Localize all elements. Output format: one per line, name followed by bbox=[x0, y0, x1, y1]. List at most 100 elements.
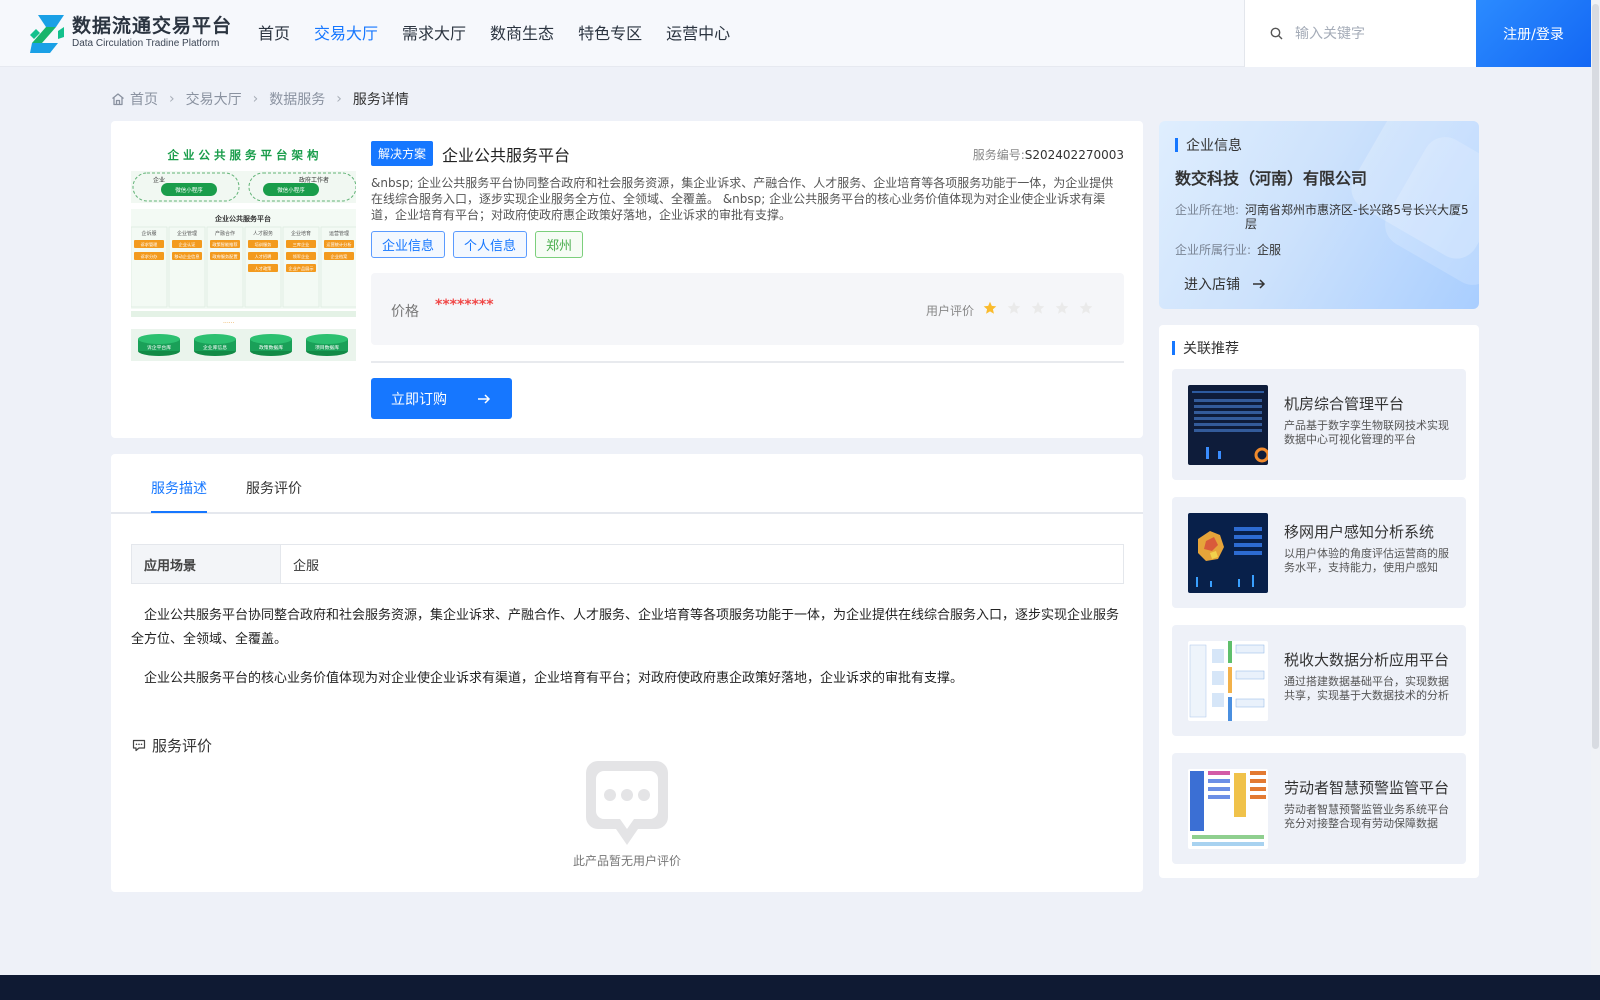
image-cell-label: 三库企业 bbox=[293, 241, 310, 248]
login-register-button[interactable]: 注册/登录 bbox=[1476, 0, 1591, 67]
tag-enterprise-info[interactable]: 企业信息 bbox=[371, 231, 446, 258]
star-filled-icon bbox=[983, 301, 997, 314]
recommend-item[interactable]: 劳动者智慧预警监管平台 劳动者智慧预警监管业务系统平台充分对接整合现有劳动保障数… bbox=[1172, 753, 1466, 864]
svg-text:政府工作者: 政府工作者 bbox=[299, 176, 329, 184]
tab-service-review[interactable]: 服务评价 bbox=[246, 478, 302, 498]
order-now-label: 立即订购 bbox=[391, 391, 447, 408]
company-location-row: 企业所在地: 河南省郑州市惠济区-长兴路5号长兴大厦5层 bbox=[1175, 203, 1470, 231]
image-cell-label: 培训服务 bbox=[255, 241, 273, 248]
recommend-item[interactable]: 机房综合管理平台 产品基于数字孪生物联网技术实现数据中心可视化管理的平台 bbox=[1172, 369, 1466, 480]
empty-review-text: 此产品暂无用户评价 bbox=[572, 854, 681, 868]
location-value: 河南省郑州市惠济区-长兴路5号长兴大厦5层 bbox=[1245, 203, 1469, 231]
recommend-title: 劳动者智慧预警监管平台 bbox=[1284, 779, 1450, 797]
image-cell-label: 领军企业 bbox=[293, 253, 310, 260]
star-empty-icon bbox=[1055, 301, 1069, 314]
scrollbar-thumb[interactable] bbox=[1592, 4, 1599, 749]
tag-personal-info[interactable]: 个人信息 bbox=[453, 231, 528, 258]
nav-special-zone[interactable]: 特色专区 bbox=[578, 22, 642, 46]
recommend-desc: 产品基于数字孪生物联网技术实现数据中心可视化管理的平台 bbox=[1284, 419, 1449, 446]
image-database bbox=[250, 334, 292, 344]
star-empty-icon bbox=[1007, 301, 1021, 314]
image-cell-label: 政府服务配置 bbox=[212, 253, 237, 260]
star-empty-icon bbox=[1031, 301, 1045, 314]
enter-shop-link[interactable]: 进入店铺 bbox=[1184, 274, 1266, 294]
image-database bbox=[306, 334, 348, 344]
tag-zhengzhou[interactable]: 郑州 bbox=[535, 231, 584, 258]
image-cell-label: 诉求分办 bbox=[141, 253, 158, 260]
image-title: 企 业 公 共 服 务 平 台 架 构 bbox=[166, 148, 319, 162]
nav-ecosystem[interactable]: 数商生态 bbox=[490, 22, 554, 46]
recommend-thumbnail bbox=[1188, 641, 1268, 721]
search-icon[interactable] bbox=[1269, 27, 1283, 41]
company-section-title: 企业信息 bbox=[1175, 135, 1242, 155]
industry-value: 企服 bbox=[1257, 243, 1282, 257]
breadcrumb-home[interactable]: 首页 bbox=[130, 89, 158, 109]
order-now-button[interactable]: 立即订购 bbox=[371, 378, 512, 419]
rating-label: 用户评价 bbox=[926, 304, 975, 318]
price-panel: 价格 ******** 用户评价 bbox=[371, 273, 1124, 345]
product-image[interactable]: 企 业 公 共 服 务 平 台 架 构 企业 微信小程序 政府工作者 微信小程序… bbox=[131, 143, 356, 361]
image-cell-label: 人才政策 bbox=[255, 265, 273, 272]
recommend-item[interactable]: 税收大数据分析应用平台 通过搭建数据基础平台，实现数据共享，实现基于大数据技术的… bbox=[1172, 625, 1466, 736]
tab-service-description[interactable]: 服务描述 bbox=[151, 478, 207, 498]
service-number: 服务编号:S202402270003 bbox=[972, 148, 1124, 162]
breadcrumb-data-service[interactable]: 数据服务 bbox=[269, 89, 325, 109]
scene-key: 应用场景 bbox=[132, 545, 280, 583]
review-section-title: 服务评价 bbox=[132, 735, 212, 756]
company-name: 数交科技（河南）有限公司 bbox=[1175, 169, 1368, 188]
nav-trading-hall[interactable]: 交易大厅 bbox=[314, 22, 378, 46]
image-database-label: 企业库信息 bbox=[203, 344, 227, 351]
svg-text:微信小程序: 微信小程序 bbox=[175, 186, 203, 194]
image-column-head: 运营管理 bbox=[329, 230, 349, 237]
recommend-title: 机房综合管理平台 bbox=[1284, 395, 1405, 413]
product-description: &nbsp; 企业公共服务平台协同整合政府和社会服务资源，集企业诉求、产融合作、… bbox=[371, 176, 1114, 222]
nav-demand-hall[interactable]: 需求大厅 bbox=[402, 22, 466, 46]
image-cell-label: 运营统计分析 bbox=[326, 241, 351, 248]
search-box bbox=[1244, 0, 1476, 67]
company-industry-row: 企业所属行业: 企服 bbox=[1175, 243, 1479, 257]
breadcrumb: 首页 › 交易大厅 › 数据服务 › 服务详情 bbox=[111, 89, 409, 109]
recommend-thumbnail bbox=[1188, 385, 1268, 465]
logo[interactable]: 数据流通交易平台 Data Circulation Tradine Platfo… bbox=[28, 13, 232, 53]
industry-label: 企业所属行业: bbox=[1175, 243, 1252, 257]
star-rating bbox=[983, 301, 1103, 315]
main-nav: 首页 交易大厅 需求大厅 数商生态 特色专区 运营中心 bbox=[258, 22, 754, 46]
star-empty-icon bbox=[1079, 301, 1093, 314]
home-icon bbox=[111, 92, 125, 106]
scene-table: 应用场景 企服 bbox=[131, 544, 1124, 584]
chevron-right-icon: › bbox=[252, 91, 259, 107]
arrow-right-icon bbox=[477, 393, 491, 405]
description-paragraph: 企业公共服务平台协同整合政府和社会服务资源，集企业诉求、产融合作、人才服务、企业… bbox=[131, 608, 1120, 647]
recommend-item[interactable]: 移网用户感知分析系统 以用户体验的角度评估运营商的服务水平，支持能力，使用户感知 bbox=[1172, 497, 1466, 608]
image-database bbox=[138, 334, 180, 344]
chevron-right-icon: › bbox=[169, 91, 175, 107]
comment-icon bbox=[132, 739, 146, 752]
chevron-right-icon: › bbox=[336, 91, 342, 107]
arrow-right-icon bbox=[1252, 278, 1266, 290]
image-cell-label: 企业档案 bbox=[331, 253, 349, 260]
search-input[interactable] bbox=[1295, 25, 1475, 42]
empty-comment-icon bbox=[584, 759, 670, 855]
recommend-thumbnail bbox=[1188, 769, 1268, 849]
logo-subtitle: Data Circulation Tradine Platform bbox=[72, 38, 220, 49]
image-column-head: 企业培育 bbox=[291, 230, 311, 237]
svg-text:企业: 企业 bbox=[153, 176, 165, 184]
logo-icon bbox=[28, 13, 66, 53]
image-cell-label: 企业认证 bbox=[179, 241, 197, 248]
recommend-card: 关联推荐 机房综合管理平台 产品基于数字孪生物联网技术实现数据中心可视化管理的平… bbox=[1159, 325, 1479, 878]
top-header: 数据流通交易平台 Data Circulation Tradine Platfo… bbox=[0, 0, 1600, 67]
active-tab-indicator bbox=[151, 511, 207, 513]
image-cell-label: 诉求管理 bbox=[141, 241, 159, 248]
tag-list: 企业信息 个人信息 郑州 bbox=[371, 231, 591, 258]
description-paragraph: 企业公共服务平台的核心业务价值体现为对企业使企业诉求有渠道，企业培育有平台；对政… bbox=[144, 671, 964, 686]
divider bbox=[371, 361, 1124, 363]
image-database-label: 政策数据库 bbox=[259, 344, 283, 351]
nav-home[interactable]: 首页 bbox=[258, 22, 290, 46]
image-database-label: 项目数据库 bbox=[315, 344, 339, 351]
logo-title: 数据流通交易平台 bbox=[72, 15, 233, 37]
recommend-desc: 以用户体验的角度评估运营商的服务水平，支持能力，使用户感知 bbox=[1284, 547, 1449, 574]
breadcrumb-trading-hall[interactable]: 交易大厅 bbox=[186, 89, 242, 109]
nav-operation-center[interactable]: 运营中心 bbox=[666, 22, 730, 46]
image-database bbox=[194, 334, 236, 344]
product-card: 企 业 公 共 服 务 平 台 架 构 企业 微信小程序 政府工作者 微信小程序… bbox=[111, 121, 1143, 438]
